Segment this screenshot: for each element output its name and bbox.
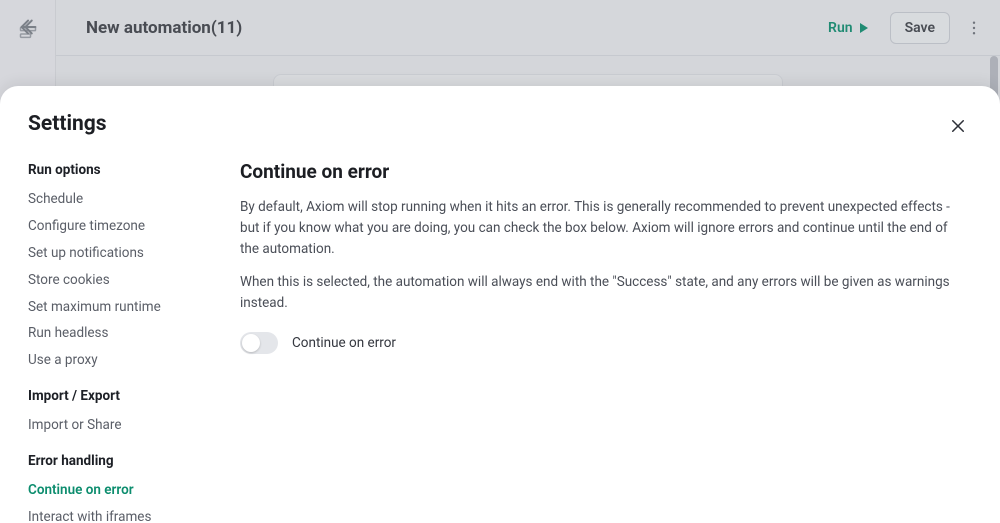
sidebar-section-title: Run options — [28, 162, 236, 178]
sidebar-item[interactable]: Continue on error — [28, 477, 236, 504]
toggle-row: Continue on error — [240, 332, 960, 354]
sheet-title: Settings — [28, 112, 944, 136]
sidebar-item[interactable]: Import or Share — [28, 412, 236, 439]
close-icon — [949, 117, 967, 135]
sidebar-item[interactable]: Interact with iframes — [28, 504, 236, 523]
sidebar-section-list: Import or Share — [28, 412, 236, 439]
sidebar-item[interactable]: Store cookies — [28, 267, 236, 294]
sheet-header: Settings — [0, 86, 1000, 146]
sidebar-section-list: Continue on errorInteract with iframesDi… — [28, 477, 236, 523]
content-paragraph-2: When this is selected, the automation wi… — [240, 272, 960, 314]
sidebar-item[interactable]: Configure timezone — [28, 213, 236, 240]
sidebar-item[interactable]: Set up notifications — [28, 240, 236, 267]
content-heading: Continue on error — [240, 160, 960, 183]
content-paragraph-1: By default, Axiom will stop running when… — [240, 197, 960, 260]
toggle-label: Continue on error — [292, 335, 396, 351]
sidebar-section-list: ScheduleConfigure timezoneSet up notific… — [28, 186, 236, 374]
close-button[interactable] — [944, 112, 972, 140]
sidebar-section-title: Error handling — [28, 453, 236, 469]
sidebar-section-title: Import / Export — [28, 388, 236, 404]
toggle-knob — [242, 334, 260, 352]
settings-sidebar: Run optionsScheduleConfigure timezoneSet… — [0, 146, 236, 523]
sidebar-item[interactable]: Set maximum runtime — [28, 294, 236, 321]
sidebar-item[interactable]: Use a proxy — [28, 347, 236, 374]
continue-on-error-toggle[interactable] — [240, 332, 278, 354]
settings-content: Continue on error By default, Axiom will… — [236, 146, 1000, 523]
settings-sheet: Settings Run options ScheduleConfigure ti… — [0, 86, 1000, 523]
sidebar-item[interactable]: Schedule — [28, 186, 236, 213]
sidebar-item[interactable]: Run headless — [28, 320, 236, 347]
